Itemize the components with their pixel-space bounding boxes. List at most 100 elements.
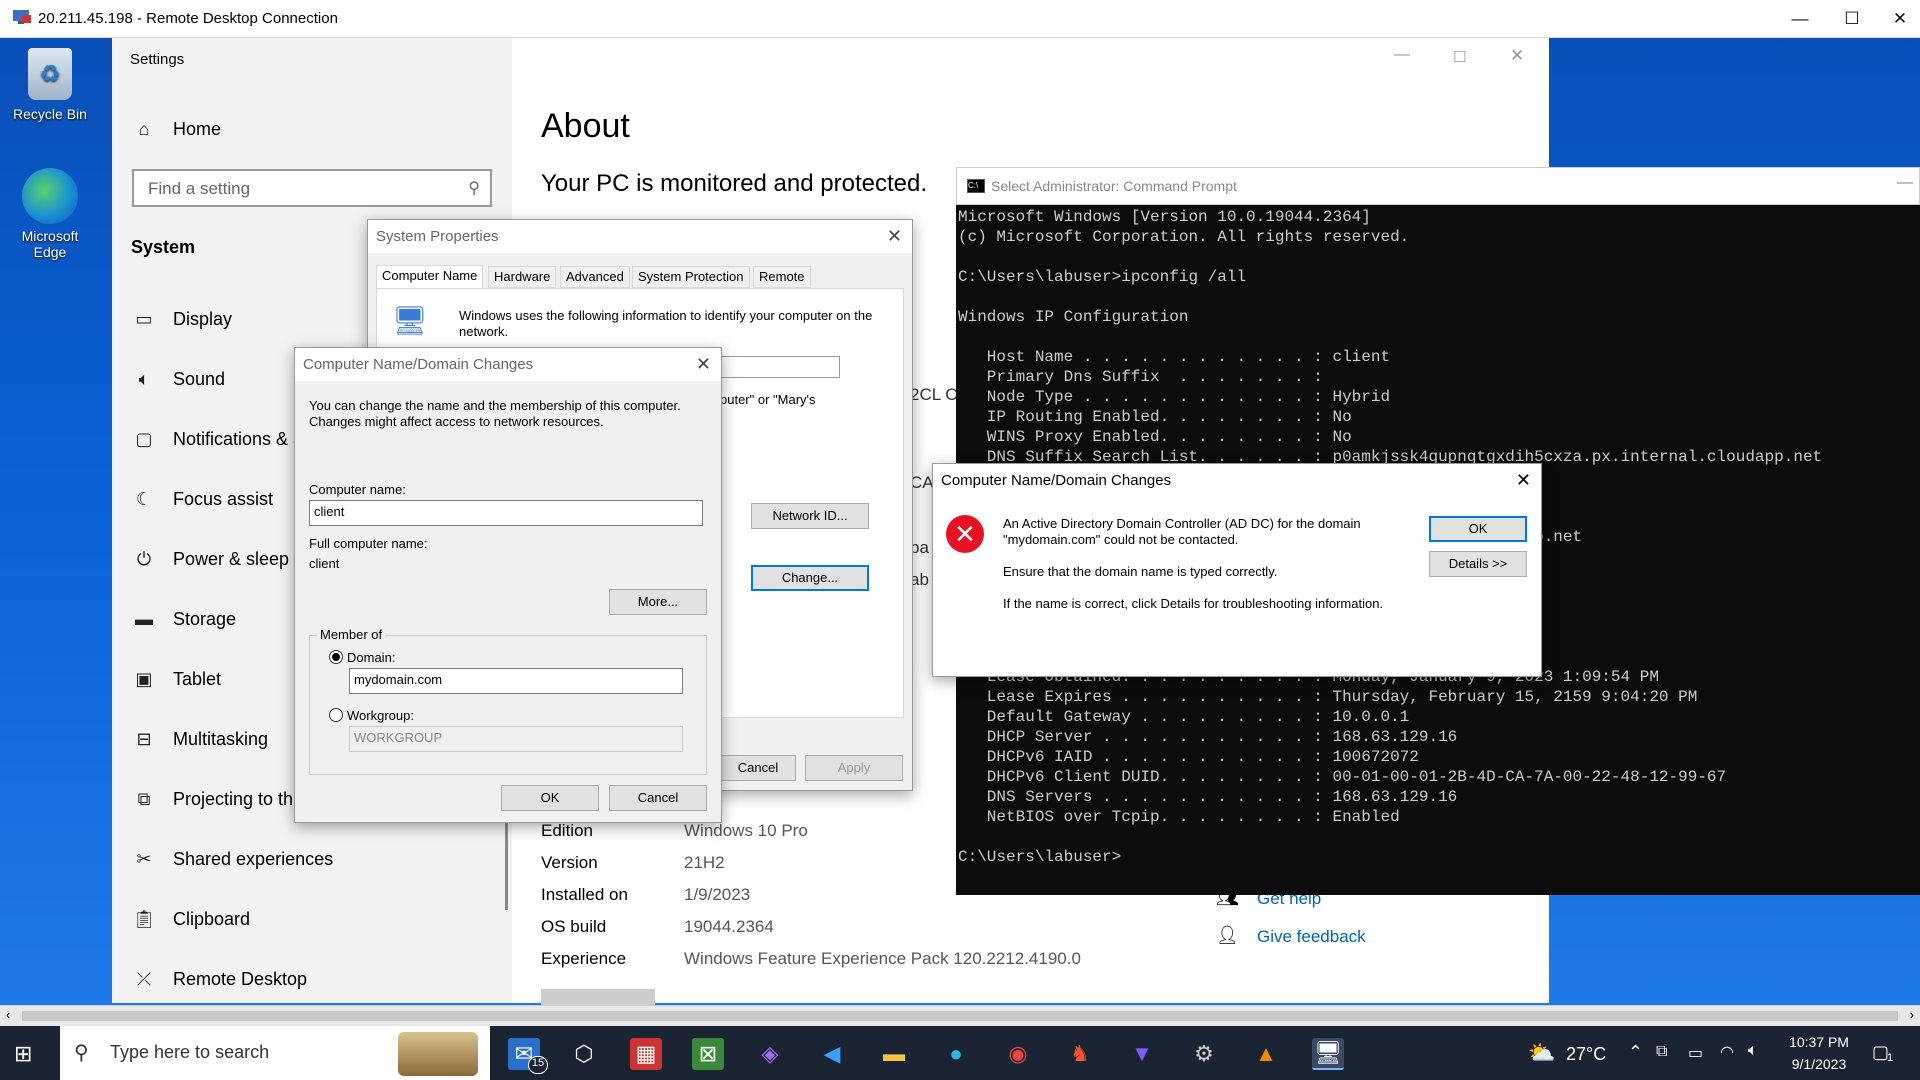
wifi-icon[interactable]: ◠ [1720, 1042, 1734, 1062]
nav-remote-desktop[interactable]: ⤫ Remote Desktop [131, 969, 307, 990]
volume-icon[interactable]: 🔈︎ [1748, 1042, 1758, 1060]
nav-sound[interactable]: 🔈︎ Sound [131, 369, 225, 390]
fragment-text: 2CL C [910, 385, 958, 404]
clock-time[interactable]: 10:37 PM [1784, 1034, 1854, 1050]
nav-focus-assist[interactable]: ☾ Focus assist [131, 489, 273, 510]
computer-name-input[interactable]: client [309, 500, 703, 526]
nav-projecting[interactable]: ⧉ Projecting to thi [131, 789, 298, 810]
toolbox-icon[interactable]: ▦ [630, 1038, 662, 1070]
nav-display[interactable]: ▭ Display [131, 309, 232, 330]
3d-viewer-icon[interactable]: ⬡ [568, 1038, 600, 1070]
settings-search-box[interactable]: Find a setting ⚲ [132, 169, 492, 207]
rdp-title: 20.211.45.198 - Remote Desktop Connectio… [38, 10, 338, 27]
nav-tablet[interactable]: ▣ Tablet [131, 669, 221, 690]
start-button[interactable]: ⊞ [14, 1041, 32, 1067]
weather-icon[interactable]: ⛅ [1528, 1040, 1555, 1066]
settings-min-button[interactable]: — [1394, 46, 1410, 64]
nav-multitasking[interactable]: ⊟ Multitasking [131, 729, 268, 750]
tab-hardware[interactable]: Hardware [488, 266, 557, 288]
nav-storage[interactable]: ▬ Storage [131, 609, 236, 630]
domain-radio[interactable] [329, 650, 343, 664]
tablet-icon: ▣ [135, 669, 153, 689]
network-id-button[interactable]: Network ID... [751, 503, 869, 529]
tab-system-protection[interactable]: System Protection [632, 266, 750, 288]
weather-temp[interactable]: 27°C [1566, 1044, 1606, 1065]
spec-value: 21H2 [684, 853, 725, 872]
rdp-horizontal-scrollbar[interactable]: ‹ › [0, 1005, 1920, 1026]
nav-label: Power & sleep [173, 549, 290, 569]
nav-home[interactable]: ⌂ Home [131, 119, 221, 140]
vlc-icon[interactable]: ▲ [1250, 1038, 1282, 1070]
nav-notifications[interactable]: ▢ Notifications & a [131, 429, 303, 450]
visual-studio-icon[interactable]: ◈ [754, 1038, 786, 1070]
nav-shared-experiences[interactable]: ✂ Shared experiences [131, 849, 333, 870]
change-button[interactable]: Change... [751, 565, 869, 591]
nav-label: Notifications & a [173, 429, 304, 449]
tab-remote[interactable]: Remote [753, 266, 811, 288]
edge-icon[interactable]: ● [940, 1038, 972, 1070]
tool-icon[interactable]: ⚙ [1188, 1038, 1220, 1070]
close-button[interactable]: ✕ [1872, 0, 1920, 38]
settings-max-button[interactable]: ☐ [1453, 48, 1466, 66]
domain-input[interactable]: mydomain.com [349, 668, 683, 694]
chevron-up-icon[interactable]: ⌃ [1628, 1042, 1643, 1063]
give-feedback-link[interactable]: Give feedback [1257, 927, 1366, 947]
details-button[interactable]: Details >> [1429, 551, 1527, 577]
ok-button[interactable]: OK [501, 785, 599, 811]
more-button[interactable]: More... [609, 589, 707, 615]
spec-key: OS build [541, 917, 607, 936]
excel-like-icon[interactable]: ⊠ [692, 1038, 724, 1070]
edge-label: Microsoft Edge [21, 228, 79, 260]
chrome-icon[interactable]: ◉ [1002, 1038, 1034, 1070]
tab-computer-name[interactable]: Computer Name [376, 265, 484, 289]
cmd-minimize-icon[interactable]: — [1897, 174, 1913, 192]
settings-search-placeholder: Find a setting [148, 179, 251, 198]
network-device-icon[interactable]: ⧉ [1656, 1043, 1667, 1061]
clipboard-icon: 📋︎ [132, 909, 156, 929]
minimize-button[interactable]: — [1772, 0, 1828, 38]
close-icon[interactable]: ✕ [1516, 470, 1531, 491]
edge-icon [22, 168, 78, 224]
settings-app-title: Settings [130, 51, 185, 68]
scroll-right-icon[interactable]: › [1910, 1007, 1914, 1022]
rdp-taskbar-icon[interactable]: 🖥︎ [1312, 1038, 1344, 1070]
error-line-4: If the name is correct, click Details fo… [1003, 596, 1384, 611]
battery-icon[interactable]: ▭ [1688, 1043, 1703, 1063]
app-triangle-icon[interactable]: ▼ [1126, 1038, 1158, 1070]
error-line-2: "mydomain.com" could not be contacted. [1003, 532, 1239, 547]
dialog-title: Computer Name/Domain Changes [295, 348, 721, 381]
cancel-button[interactable]: Cancel [720, 755, 796, 781]
clock-date[interactable]: 9/1/2023 [1784, 1056, 1854, 1072]
search-icon: ⚲ [468, 180, 480, 197]
example-text: puter" or "Mary's [720, 392, 816, 407]
nav-label: Multitasking [173, 729, 269, 749]
file-explorer-icon[interactable]: ▬ [878, 1038, 910, 1070]
spec-key: Edition [541, 821, 593, 840]
ok-button[interactable]: OK [1429, 516, 1527, 542]
brave-icon[interactable]: ♞ [1064, 1038, 1096, 1070]
workgroup-input[interactable]: WORKGROUP [349, 726, 683, 752]
taskbar-search-box[interactable]: ⚲ Type here to search [60, 1026, 490, 1080]
rdp-titlebar: 20.211.45.198 - Remote Desktop Connectio… [0, 0, 1920, 38]
recycle-bin[interactable]: ♻ Recycle Bin [5, 48, 95, 122]
notification-count: 1 [1887, 1052, 1894, 1064]
nav-power-sleep[interactable]: ⏻ Power & sleep [131, 549, 289, 570]
scroll-thumb[interactable] [22, 1011, 1898, 1021]
copy-button[interactable] [541, 989, 655, 1005]
settings-close-button[interactable]: ✕ [1510, 46, 1524, 66]
vscode-icon[interactable]: ◀ [816, 1038, 848, 1070]
description-field[interactable] [720, 356, 840, 378]
edge-shortcut[interactable]: Microsoft Edge [5, 168, 95, 260]
tab-advanced[interactable]: Advanced [560, 266, 630, 288]
close-icon[interactable]: ✕ [696, 354, 711, 375]
apply-button[interactable]: Apply [805, 755, 903, 781]
scroll-left-icon[interactable]: ‹ [6, 1007, 10, 1022]
power-icon: ⏻ [136, 549, 152, 569]
close-icon[interactable]: ✕ [887, 226, 902, 247]
cancel-button[interactable]: Cancel [609, 785, 707, 811]
spec-value: Windows 10 Pro [684, 821, 808, 840]
nav-clipboard[interactable]: 📋︎ Clipboard [131, 909, 250, 930]
name-change-dialog: Computer Name/Domain Changes ✕ You can c… [294, 347, 722, 823]
workgroup-radio[interactable] [329, 708, 343, 722]
fragment-text: CA [910, 473, 934, 492]
